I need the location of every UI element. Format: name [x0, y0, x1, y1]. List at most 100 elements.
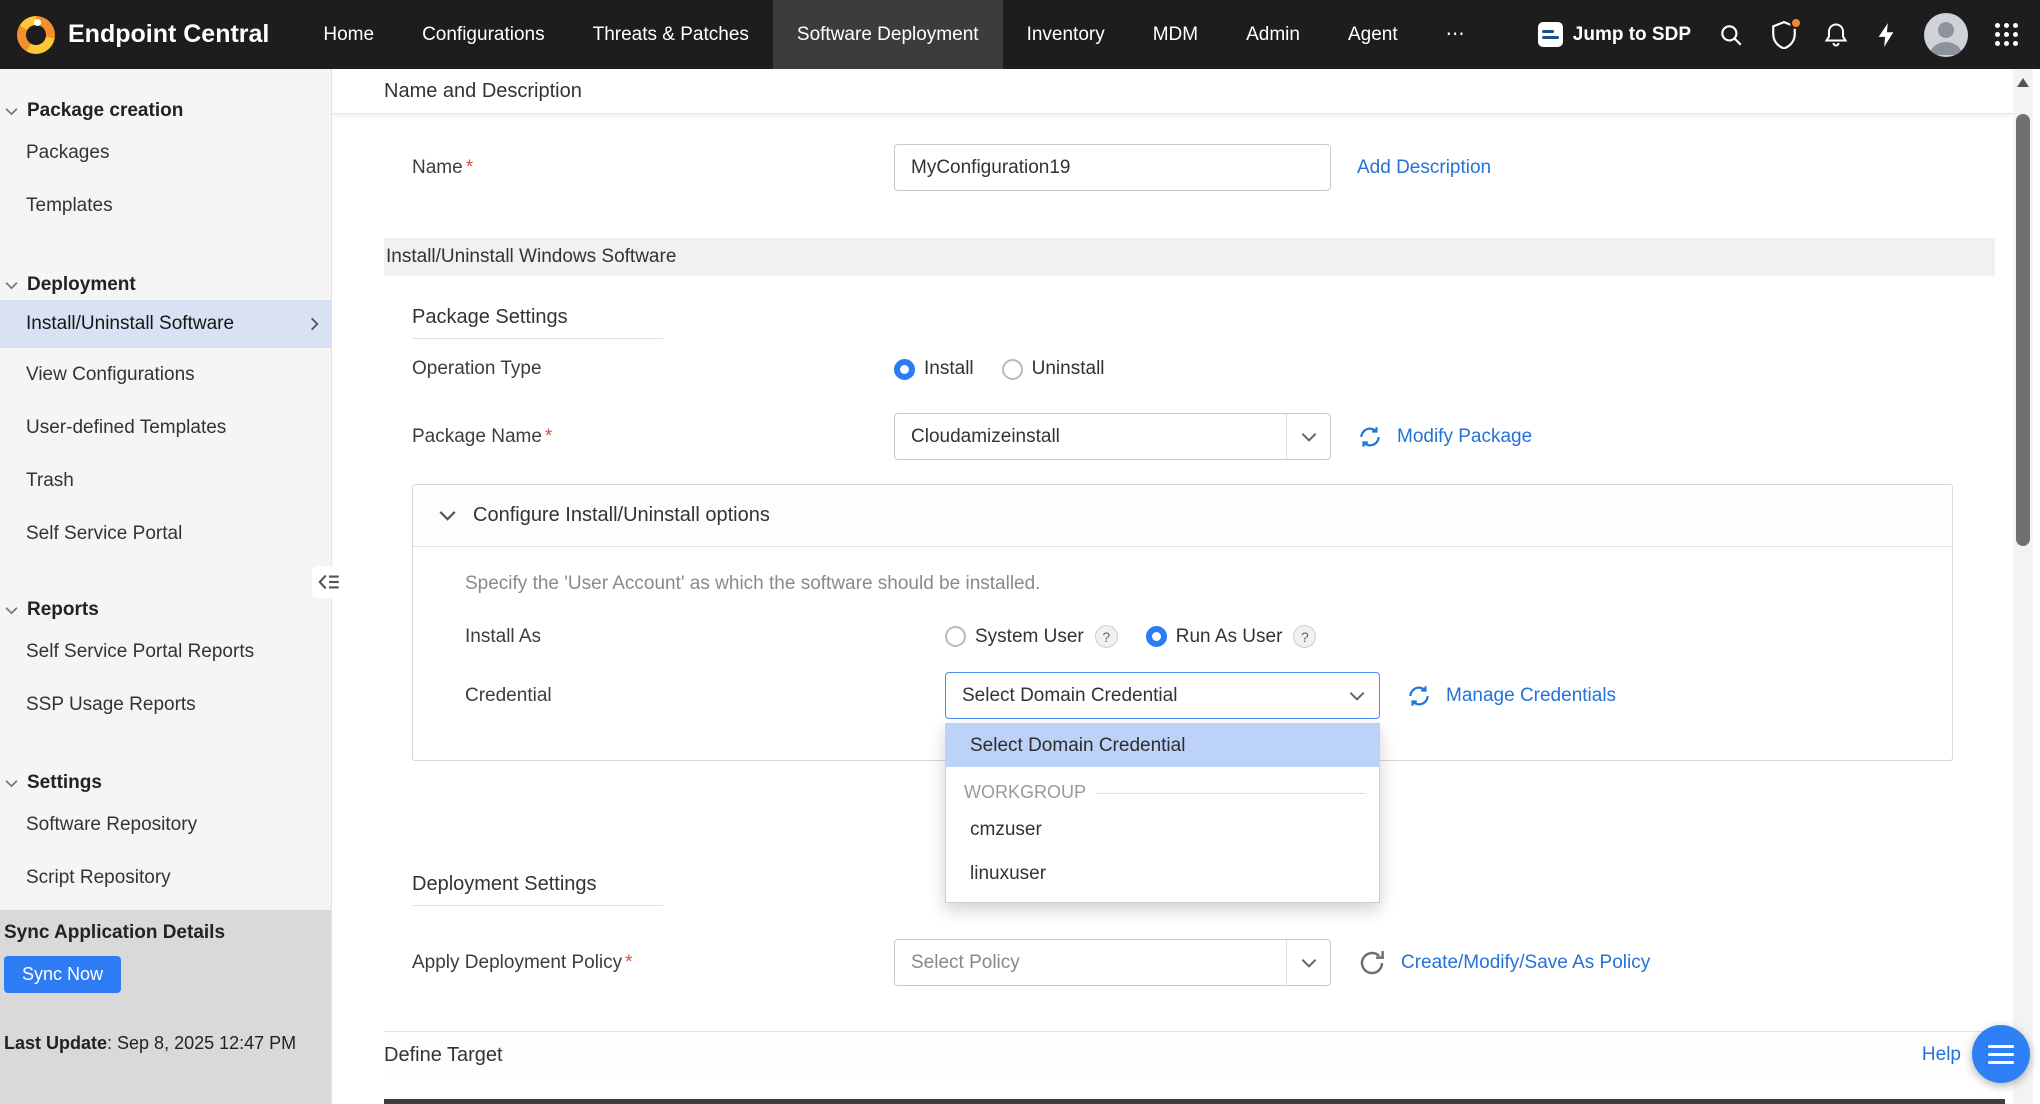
- main-nav: Home Configurations Threats & Patches So…: [299, 0, 1488, 69]
- name-label: Name*: [384, 157, 894, 179]
- sidebar-section-settings[interactable]: Settings: [0, 768, 331, 798]
- nav-more[interactable]: ⋯: [1422, 0, 1489, 69]
- create-modify-policy-link[interactable]: Create/Modify/Save As Policy: [1401, 952, 1650, 974]
- sidebar-item-ssp-usage-reports[interactable]: SSP Usage Reports: [0, 678, 331, 731]
- define-target-title: Define Target: [384, 1044, 503, 1067]
- chevron-down-icon: [5, 779, 18, 788]
- run-as-user-help-icon[interactable]: ?: [1293, 625, 1316, 648]
- scrollbar-thumb[interactable]: [2016, 114, 2030, 546]
- refresh-policy-icon[interactable]: [1357, 948, 1387, 978]
- scroll-up-arrow[interactable]: [2017, 78, 2029, 87]
- bottom-divider: [384, 1099, 2005, 1104]
- endpoint-central-logo-icon: [17, 16, 55, 54]
- package-name-row: Package Name* Cloudamizeinstall Modify P…: [384, 413, 1995, 460]
- nav-inventory[interactable]: Inventory: [1003, 0, 1129, 69]
- uninstall-radio[interactable]: [1002, 359, 1023, 380]
- sidebar-section-package-creation[interactable]: Package creation: [0, 96, 331, 126]
- nav-mdm[interactable]: MDM: [1129, 0, 1222, 69]
- chevron-down-icon: [439, 510, 456, 521]
- sidebar-section-reports[interactable]: Reports: [0, 595, 331, 625]
- system-user-help-icon[interactable]: ?: [1095, 625, 1118, 648]
- sidebar-item-view-configurations[interactable]: View Configurations: [0, 348, 331, 401]
- chevron-down-icon: [5, 107, 18, 116]
- run-as-user-option[interactable]: Run As User: [1146, 626, 1283, 648]
- sidebar-item-trash[interactable]: Trash: [0, 454, 331, 507]
- credential-dropdown: Select Domain Credential WORKGROUP cmzus…: [945, 723, 1380, 903]
- name-row: Name* Add Description: [384, 144, 1995, 191]
- operation-uninstall-option[interactable]: Uninstall: [1002, 358, 1105, 380]
- nav-configurations[interactable]: Configurations: [398, 0, 569, 69]
- sidebar-item-software-repository[interactable]: Software Repository: [0, 798, 331, 851]
- chevron-down-icon: [1286, 414, 1330, 459]
- define-target-bar: Define Target Help: [384, 1031, 1995, 1078]
- user-avatar[interactable]: [1924, 13, 1968, 57]
- chevron-down-icon: [5, 606, 18, 615]
- section-header-name-description: Name and Description: [332, 69, 2013, 114]
- sidebar-item-packages[interactable]: Packages: [0, 126, 331, 179]
- package-name-label: Package Name*: [384, 426, 894, 448]
- add-description-link[interactable]: Add Description: [1357, 157, 1491, 179]
- operation-type-label: Operation Type: [384, 358, 894, 380]
- run-as-user-radio[interactable]: [1146, 626, 1167, 647]
- credential-row: Credential Select Domain Credential Sele…: [465, 672, 1952, 719]
- configure-panel-header[interactable]: Configure Install/Uninstall options: [413, 485, 1952, 547]
- configure-options-panel: Configure Install/Uninstall options Spec…: [412, 484, 1953, 761]
- shield-notifications-icon[interactable]: [1771, 21, 1797, 49]
- jump-to-sdp-button[interactable]: Jump to SDP: [1538, 22, 1691, 47]
- search-icon[interactable]: [1718, 22, 1744, 48]
- operation-install-option[interactable]: Install: [894, 358, 974, 380]
- quick-actions-fab[interactable]: [1972, 1025, 2030, 1083]
- brand-name: Endpoint Central: [68, 20, 269, 49]
- sync-panel-title: Sync Application Details: [4, 922, 331, 944]
- nav-software-deployment[interactable]: Software Deployment: [773, 0, 1003, 69]
- sidebar-section-deployment[interactable]: Deployment: [0, 270, 331, 300]
- sidebar-collapse-toggle[interactable]: [312, 566, 346, 598]
- deployment-settings-heading: Deployment Settings: [412, 873, 663, 906]
- help-link[interactable]: Help: [1922, 1044, 1961, 1066]
- install-as-label: Install As: [465, 626, 945, 648]
- apps-grid-icon[interactable]: [1995, 23, 2018, 46]
- system-user-option[interactable]: System User: [945, 626, 1084, 648]
- sidebar-item-ssp-reports[interactable]: Self Service Portal Reports: [0, 625, 331, 678]
- bell-icon[interactable]: [1824, 21, 1848, 48]
- sidebar-item-templates[interactable]: Templates: [0, 179, 331, 232]
- main-content: Name and Description Name* Add Descripti…: [332, 69, 2013, 1104]
- nav-admin[interactable]: Admin: [1222, 0, 1324, 69]
- sidebar-item-install-uninstall-software[interactable]: Install/Uninstall Software: [0, 300, 331, 348]
- install-account-hint: Specify the 'User Account' as which the …: [465, 571, 1952, 597]
- dropdown-option-cmzuser[interactable]: cmzuser: [946, 808, 1379, 852]
- sidebar-item-user-defined-templates[interactable]: User-defined Templates: [0, 401, 331, 454]
- credential-label: Credential: [465, 685, 945, 707]
- refresh-credentials-icon[interactable]: [1406, 683, 1432, 709]
- chevron-down-icon: [1335, 673, 1379, 718]
- deployment-policy-select[interactable]: Select Policy: [894, 939, 1331, 986]
- collapse-sidebar-icon: [316, 569, 342, 595]
- manage-credentials-link[interactable]: Manage Credentials: [1446, 685, 1616, 707]
- nav-agent[interactable]: Agent: [1324, 0, 1422, 69]
- refresh-package-icon[interactable]: [1357, 424, 1383, 450]
- credential-select[interactable]: Select Domain Credential: [945, 672, 1380, 719]
- sidebar-item-script-repository[interactable]: Script Repository: [0, 851, 331, 904]
- modify-package-link[interactable]: Modify Package: [1397, 426, 1532, 448]
- dropdown-group-workgroup: WORKGROUP: [946, 767, 1379, 808]
- configuration-name-input[interactable]: [894, 144, 1331, 191]
- last-update-text: Last Update: Sep 8, 2025 12:47 PM: [4, 1033, 331, 1054]
- sidebar-item-self-service-portal[interactable]: Self Service Portal: [0, 507, 331, 560]
- chevron-down-icon: [1286, 940, 1330, 985]
- sync-now-button[interactable]: Sync Now: [4, 956, 121, 993]
- vertical-scrollbar[interactable]: [2013, 69, 2033, 1104]
- nav-threats-patches[interactable]: Threats & Patches: [569, 0, 773, 69]
- sdp-icon: [1538, 22, 1563, 47]
- lightning-icon[interactable]: [1875, 21, 1897, 49]
- package-name-select[interactable]: Cloudamizeinstall: [894, 413, 1331, 460]
- operation-type-row: Operation Type Install Uninstall: [384, 349, 1995, 389]
- nav-home[interactable]: Home: [299, 0, 398, 69]
- dropdown-option-linuxuser[interactable]: linuxuser: [946, 852, 1379, 896]
- required-asterisk: *: [545, 426, 552, 447]
- install-radio[interactable]: [894, 359, 915, 380]
- system-user-radio[interactable]: [945, 626, 966, 647]
- required-asterisk: *: [466, 157, 473, 178]
- install-as-row: Install As System User ? Run As User ?: [465, 625, 1952, 648]
- brand[interactable]: Endpoint Central: [0, 0, 299, 69]
- dropdown-option-select-domain-credential[interactable]: Select Domain Credential: [946, 724, 1379, 767]
